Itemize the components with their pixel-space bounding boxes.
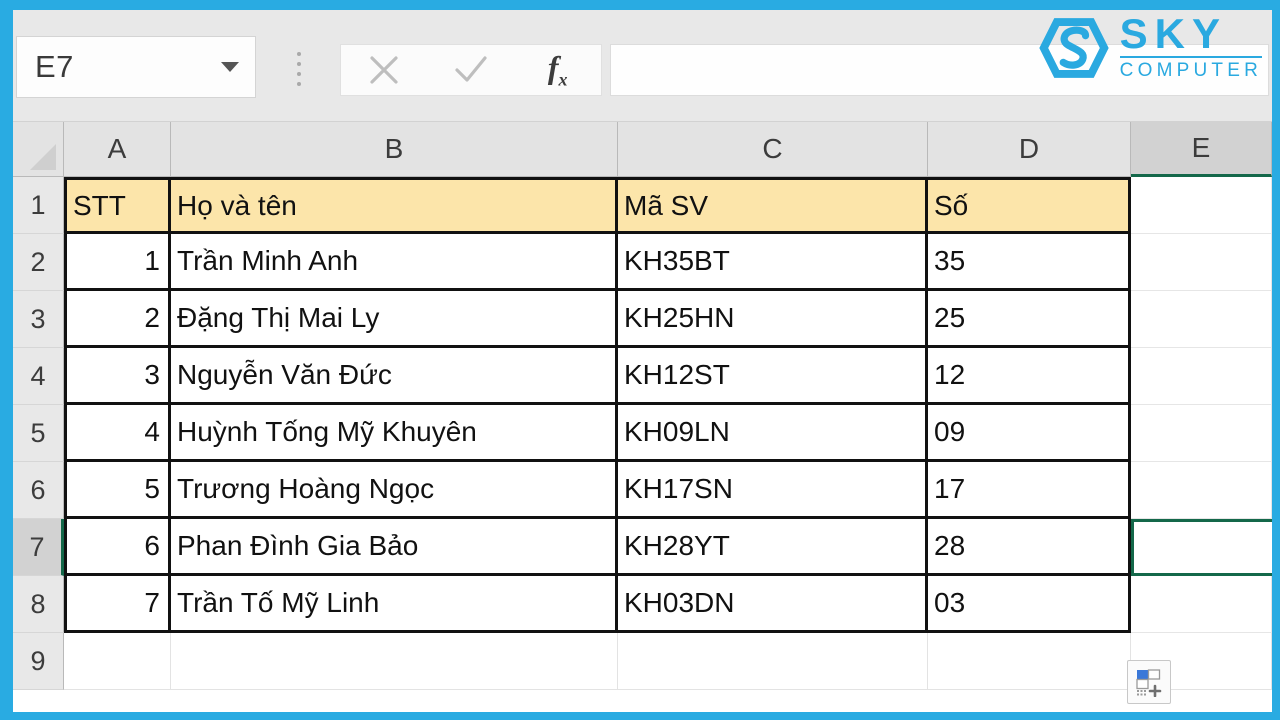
cell-d1[interactable]: Số bbox=[928, 177, 1131, 234]
quick-analysis-icon[interactable] bbox=[1127, 660, 1171, 704]
logo-wordmark: SKY COMPUTER bbox=[1119, 10, 1262, 83]
cell-a2[interactable]: 1 bbox=[64, 234, 171, 291]
table-row: 8 7 Trần Tố Mỹ Linh KH03DN 03 bbox=[13, 576, 1272, 633]
cell-d9[interactable] bbox=[928, 633, 1131, 690]
column-header-d[interactable]: D bbox=[928, 122, 1131, 177]
cell-a8[interactable]: 7 bbox=[64, 576, 171, 633]
table-row: 2 1 Trần Minh Anh KH35BT 35 bbox=[13, 234, 1272, 291]
column-header-c[interactable]: C bbox=[618, 122, 928, 177]
name-box[interactable]: E7 bbox=[16, 36, 256, 98]
table-row: 7 6 Phan Đình Gia Bảo KH28YT 28 bbox=[13, 519, 1272, 576]
cell-c6[interactable]: KH17SN bbox=[618, 462, 928, 519]
row-header-9[interactable]: 9 bbox=[13, 633, 64, 690]
drag-grip-icon bbox=[296, 52, 302, 86]
name-box-value: E7 bbox=[35, 49, 74, 84]
sky-computer-logo: SKY COMPUTER bbox=[1038, 12, 1262, 84]
cell-c5[interactable]: KH09LN bbox=[618, 405, 928, 462]
cell-e2[interactable] bbox=[1131, 234, 1272, 291]
cell-b4[interactable]: Nguyễn Văn Đức bbox=[171, 348, 618, 405]
table-row: 4 3 Nguyễn Văn Đức KH12ST 12 bbox=[13, 348, 1272, 405]
row-header-2[interactable]: 2 bbox=[13, 234, 64, 291]
row-header-8[interactable]: 8 bbox=[13, 576, 64, 633]
column-header-a[interactable]: A bbox=[64, 122, 171, 177]
cell-b9[interactable] bbox=[171, 633, 618, 690]
cell-b1[interactable]: Họ và tên bbox=[171, 177, 618, 234]
cell-b5[interactable]: Huỳnh Tống Mỹ Khuyên bbox=[171, 405, 618, 462]
cell-e1[interactable] bbox=[1131, 177, 1272, 234]
cell-e7-active[interactable] bbox=[1131, 519, 1272, 576]
cell-b7[interactable]: Phan Đình Gia Bảo bbox=[171, 519, 618, 576]
cancel-x-icon[interactable] bbox=[356, 48, 412, 92]
cell-c2[interactable]: KH35BT bbox=[618, 234, 928, 291]
cell-e6[interactable] bbox=[1131, 462, 1272, 519]
table-row: 5 4 Huỳnh Tống Mỹ Khuyên KH09LN 09 bbox=[13, 405, 1272, 462]
cell-d4[interactable]: 12 bbox=[928, 348, 1131, 405]
row-header-1[interactable]: 1 bbox=[13, 177, 64, 234]
formula-bar: E7 fx SKY COMPUTER bbox=[13, 10, 1272, 122]
fx-letter: f bbox=[547, 49, 559, 86]
cell-a4[interactable]: 3 bbox=[64, 348, 171, 405]
fx-subscript: x bbox=[558, 69, 568, 90]
cell-d7[interactable]: 28 bbox=[928, 519, 1131, 576]
cell-b3[interactable]: Đặng Thị Mai Ly bbox=[171, 291, 618, 348]
cell-a6[interactable]: 5 bbox=[64, 462, 171, 519]
cell-e5[interactable] bbox=[1131, 405, 1272, 462]
cell-e4[interactable] bbox=[1131, 348, 1272, 405]
sheet-surface: E7 fx SKY COMPUTER A B C D E 1 STT Họ và… bbox=[13, 10, 1272, 712]
cell-b6[interactable]: Trương Hoàng Ngọc bbox=[171, 462, 618, 519]
cell-d2[interactable]: 35 bbox=[928, 234, 1131, 291]
cell-b2[interactable]: Trần Minh Anh bbox=[171, 234, 618, 291]
select-all-corner-icon[interactable] bbox=[13, 122, 64, 177]
cell-c9[interactable] bbox=[618, 633, 928, 690]
row-header-7[interactable]: 7 bbox=[13, 519, 64, 576]
cell-c7[interactable]: KH28YT bbox=[618, 519, 928, 576]
table-row: 3 2 Đặng Thị Mai Ly KH25HN 25 bbox=[13, 291, 1272, 348]
cell-a5[interactable]: 4 bbox=[64, 405, 171, 462]
confirm-check-icon[interactable] bbox=[443, 48, 499, 92]
row-header-5[interactable]: 5 bbox=[13, 405, 64, 462]
row-header-4[interactable]: 4 bbox=[13, 348, 64, 405]
cell-c1[interactable]: Mã SV bbox=[618, 177, 928, 234]
table-row: 1 STT Họ và tên Mã SV Số bbox=[13, 177, 1272, 234]
cell-a7[interactable]: 6 bbox=[64, 519, 171, 576]
fx-icon[interactable]: fx bbox=[530, 48, 586, 92]
cell-c4[interactable]: KH12ST bbox=[618, 348, 928, 405]
table-row: 6 5 Trương Hoàng Ngọc KH17SN 17 bbox=[13, 462, 1272, 519]
chevron-down-icon[interactable] bbox=[221, 62, 239, 72]
column-header-b[interactable]: B bbox=[171, 122, 618, 177]
table-row: 9 bbox=[13, 633, 1272, 690]
column-header-e[interactable]: E bbox=[1131, 122, 1272, 177]
column-header-row: A B C D E bbox=[13, 122, 1272, 177]
formula-action-group: fx bbox=[340, 44, 602, 96]
logo-sky-text: SKY bbox=[1119, 10, 1228, 57]
sky-logo-mark bbox=[1039, 18, 1109, 78]
cell-d6[interactable]: 17 bbox=[928, 462, 1131, 519]
cell-c8[interactable]: KH03DN bbox=[618, 576, 928, 633]
cell-d8[interactable]: 03 bbox=[928, 576, 1131, 633]
cell-b8[interactable]: Trần Tố Mỹ Linh bbox=[171, 576, 618, 633]
cell-d5[interactable]: 09 bbox=[928, 405, 1131, 462]
logo-divider bbox=[1119, 56, 1262, 59]
cell-e8[interactable] bbox=[1131, 576, 1272, 633]
cell-d3[interactable]: 25 bbox=[928, 291, 1131, 348]
excel-window: E7 fx SKY COMPUTER A B C D E 1 STT Họ và… bbox=[0, 0, 1280, 720]
cell-a1[interactable]: STT bbox=[64, 177, 171, 234]
row-header-6[interactable]: 6 bbox=[13, 462, 64, 519]
cell-a3[interactable]: 2 bbox=[64, 291, 171, 348]
logo-computer-text: COMPUTER bbox=[1119, 60, 1262, 82]
cell-c3[interactable]: KH25HN bbox=[618, 291, 928, 348]
spreadsheet-grid: A B C D E 1 STT Họ và tên Mã SV Số 2 1 T… bbox=[13, 122, 1272, 708]
cell-e3[interactable] bbox=[1131, 291, 1272, 348]
cell-a9[interactable] bbox=[64, 633, 171, 690]
row-header-3[interactable]: 3 bbox=[13, 291, 64, 348]
